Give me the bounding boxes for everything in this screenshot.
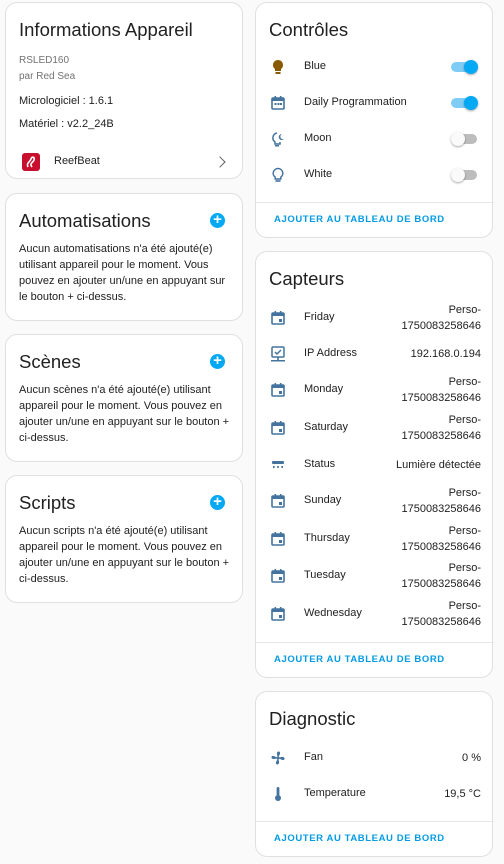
add-to-dashboard-label: AJOUTER AU TABLEAU DE BORD [274, 214, 445, 225]
diagnostic-value: 0 % [462, 752, 481, 764]
sensor-row-status[interactable]: Status Lumière détectée [256, 447, 494, 483]
add-to-dashboard-button[interactable]: AJOUTER AU TABLEAU DE BORD [256, 642, 494, 678]
control-label: Blue [304, 60, 327, 72]
diagnostic-row-temperature[interactable]: Temperature 19,5 °C [256, 776, 494, 812]
device-info-title: Informations Appareil [19, 19, 193, 40]
diagnostic-label: Fan [304, 751, 323, 763]
calendar-icon [269, 94, 287, 112]
scripts-empty-text: Aucun scripts n'a été ajouté(e) utilisan… [19, 525, 230, 585]
scripts-card: Scripts + Aucun scripts n'a été ajouté(e… [5, 475, 243, 603]
sensor-value: Perso- 1750083258646 [401, 525, 481, 553]
integration-label: ReefBeat [54, 155, 100, 167]
ip-network-icon [269, 345, 287, 363]
sensor-row-monday[interactable]: Monday Perso- 1750083258646 [256, 372, 494, 408]
sensor-value: Perso- 1750083258646 [401, 600, 481, 628]
thermometer-icon [269, 785, 287, 803]
sensor-row-friday[interactable]: Friday Perso- 1750083258646 [256, 300, 494, 336]
control-row-moon[interactable]: Moon [256, 121, 494, 157]
add-to-dashboard-label: AJOUTER AU TABLEAU DE BORD [274, 654, 445, 665]
toggle-switch[interactable] [451, 96, 478, 110]
sensor-label: Saturday [304, 421, 349, 433]
calendar-icon [269, 419, 287, 437]
calendar-icon [269, 309, 287, 327]
ceiling-light-icon [269, 456, 287, 474]
scenes-title: Scènes [19, 351, 81, 372]
sensor-value: Perso- 1750083258646 [401, 376, 481, 404]
diagnostic-label: Temperature [304, 787, 366, 799]
control-row-blue[interactable]: Blue [256, 49, 494, 85]
add-scene-button[interactable]: + [210, 353, 225, 369]
reefbeat-logo-icon [22, 153, 40, 171]
sensor-value: Perso- 1750083258646 [401, 487, 481, 515]
sensor-row-tuesday[interactable]: Tuesday Perso- 1750083258646 [256, 558, 494, 594]
toggle-switch[interactable] [451, 60, 478, 74]
scripts-title: Scripts [19, 492, 76, 513]
calendar-icon [269, 381, 287, 399]
add-to-dashboard-button[interactable]: AJOUTER AU TABLEAU DE BORD [256, 202, 494, 238]
integration-link[interactable]: ReefBeat [6, 145, 244, 179]
hardware-version: Matériel : v2.2_24B [19, 118, 114, 130]
sensor-row-sunday[interactable]: Sunday Perso- 1750083258646 [256, 483, 494, 519]
sensor-label: IP Address [304, 347, 357, 359]
controls-title: Contrôles [269, 19, 349, 40]
control-label: White [304, 168, 333, 180]
automations-title: Automatisations [19, 210, 151, 231]
sensor-label: Sunday [304, 494, 342, 506]
device-info-card: Informations Appareil RSLED160 par Red S… [5, 2, 243, 179]
sensor-label: Tuesday [304, 569, 346, 581]
sensor-label: Status [304, 458, 336, 470]
scenes-card: Scènes + Aucun scènes n'a été ajouté(e) … [5, 334, 243, 462]
add-to-dashboard-label: AJOUTER AU TABLEAU DE BORD [274, 833, 445, 844]
automations-empty-text: Aucun automatisations n'a été ajouté(e) … [19, 243, 226, 303]
sensor-value: Perso- 1750083258646 [401, 562, 481, 590]
controls-card: Contrôles Blue Daily Programmation Moon … [255, 2, 494, 238]
sensor-value: Lumière détectée [396, 459, 481, 471]
sensor-value: Perso- 1750083258646 [401, 304, 481, 332]
firmware-version: Micrologiciel : 1.6.1 [19, 95, 114, 107]
automations-card: Automatisations + Aucun automatisations … [5, 193, 243, 321]
sensor-row-thursday[interactable]: Thursday Perso- 1750083258646 [256, 521, 494, 557]
sensor-value: Perso- 1750083258646 [401, 414, 481, 442]
calendar-icon [269, 605, 287, 623]
sensor-row-wednesday[interactable]: Wednesday Perso- 1750083258646 [256, 596, 494, 632]
diagnostic-row-fan[interactable]: Fan 0 % [256, 740, 494, 776]
diagnostic-title: Diagnostic [269, 708, 356, 729]
sensor-label: Wednesday [304, 607, 362, 619]
sensors-title: Capteurs [269, 268, 345, 289]
diagnostic-card: Diagnostic Fan 0 % Temperature 19,5 °C A… [255, 691, 494, 857]
calendar-icon [269, 530, 287, 548]
sensor-label: Thursday [304, 532, 350, 544]
control-label: Moon [304, 132, 332, 144]
calendar-icon [269, 567, 287, 585]
fan-icon [269, 749, 287, 767]
sensor-value: 192.168.0.194 [410, 348, 481, 360]
sensors-card: Capteurs Friday Perso- 1750083258646 IP Ad… [255, 251, 494, 678]
lightbulb-outline-icon [269, 166, 287, 184]
sensor-row-ip-address[interactable]: IP Address 192.168.0.194 [256, 336, 494, 372]
diagnostic-value: 19,5 °C [444, 788, 481, 800]
control-row-white[interactable]: White [256, 157, 494, 193]
sensor-label: Monday [304, 383, 344, 395]
toggle-switch[interactable] [451, 132, 477, 146]
sensor-row-saturday[interactable]: Saturday Perso- 1750083258646 [256, 410, 494, 446]
sensor-label: Friday [304, 311, 335, 323]
scenes-empty-text: Aucun scènes n'a été ajouté(e) utilisant… [19, 384, 230, 444]
device-manufacturer: par Red Sea [19, 71, 76, 82]
add-automation-button[interactable]: + [210, 212, 225, 228]
moon-bulb-icon [269, 130, 287, 148]
add-to-dashboard-button[interactable]: AJOUTER AU TABLEAU DE BORD [256, 821, 494, 857]
add-script-button[interactable]: + [210, 494, 225, 510]
lightbulb-icon [269, 58, 287, 76]
chevron-right-icon [214, 156, 226, 168]
toggle-switch[interactable] [451, 168, 477, 182]
device-model: RSLED160 [19, 55, 70, 66]
control-label: Daily Programmation [304, 96, 407, 108]
calendar-icon [269, 492, 287, 510]
control-row-daily-programmation[interactable]: Daily Programmation [256, 85, 494, 121]
